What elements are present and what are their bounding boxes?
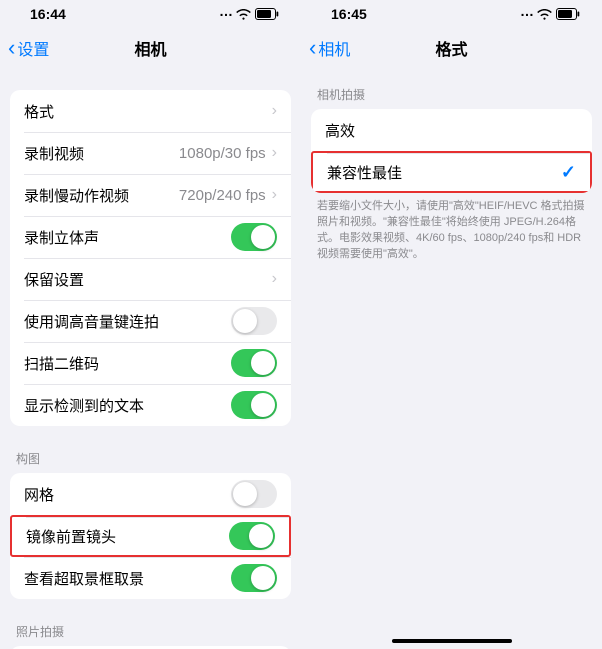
group-capture: 格式 › 录制视频 1080p/30 fps › 录制慢动作视频 720p/24…	[10, 90, 291, 426]
row-preserve-settings[interactable]: 保留设置 ›	[10, 258, 291, 300]
row-format[interactable]: 格式 ›	[10, 90, 291, 132]
back-button[interactable]: ‹ 设置	[0, 36, 49, 60]
chevron-left-icon: ‹	[309, 37, 316, 59]
back-label: 设置	[17, 36, 49, 60]
back-label: 相机	[318, 36, 350, 60]
chevron-left-icon: ‹	[8, 37, 15, 59]
volume-burst-switch[interactable]	[231, 307, 277, 335]
row-stereo: 录制立体声	[10, 216, 291, 258]
chevron-right-icon: ›	[272, 270, 277, 288]
section-photo: 照片拍摄	[0, 605, 301, 646]
group-format-options: 高效 兼容性最佳 ✓	[311, 109, 592, 193]
view-outside-switch[interactable]	[231, 564, 277, 592]
battery-icon	[255, 8, 279, 20]
back-button[interactable]: ‹ 相机	[301, 36, 350, 60]
wifi-icon	[537, 9, 552, 20]
status-icons	[219, 6, 279, 22]
row-grid: 网格	[10, 473, 291, 515]
row-most-compatible[interactable]: 兼容性最佳 ✓	[311, 151, 592, 193]
row-volume-burst: 使用调高音量键连拍	[10, 300, 291, 342]
row-scan-qr: 扫描二维码	[10, 342, 291, 384]
group-composition: 网格 镜像前置镜头 查看超取景框取景	[10, 473, 291, 599]
row-view-outside-frame: 查看超取景框取景	[10, 557, 291, 599]
status-bar: 16:45	[301, 0, 602, 28]
mirror-front-switch[interactable]	[229, 522, 275, 550]
nav-bar: ‹ 相机 格式	[301, 28, 602, 68]
format-settings-screen: 16:45 ‹ 相机 格式 相机拍摄 高效 兼容性最佳 ✓	[301, 0, 602, 649]
stereo-switch[interactable]	[231, 223, 277, 251]
section-composition: 构图	[0, 432, 301, 473]
row-record-video[interactable]: 录制视频 1080p/30 fps ›	[10, 132, 291, 174]
row-record-slomo[interactable]: 录制慢动作视频 720p/240 fps ›	[10, 174, 291, 216]
footer-format: 若要缩小文件大小，请使用"高效"HEIF/HEVC 格式拍摄照片和视频。"兼容性…	[301, 193, 602, 263]
battery-icon	[556, 8, 580, 20]
wifi-icon	[236, 9, 251, 20]
status-bar: 16:44	[0, 0, 301, 28]
cellular-icon	[219, 6, 232, 22]
chevron-right-icon: ›	[272, 102, 277, 120]
chevron-right-icon: ›	[272, 186, 277, 204]
status-time: 16:44	[30, 6, 66, 22]
section-camera-capture: 相机拍摄	[301, 68, 602, 109]
detect-text-switch[interactable]	[231, 391, 277, 419]
status-time: 16:45	[331, 6, 367, 22]
scan-qr-switch[interactable]	[231, 349, 277, 377]
check-icon: ✓	[561, 162, 576, 183]
row-detect-text: 显示检测到的文本	[10, 384, 291, 426]
camera-settings-screen: 16:44 ‹ 设置 相机 格式 › 录制视频 1080p/30	[0, 0, 301, 649]
format-list: 相机拍摄 高效 兼容性最佳 ✓ 若要缩小文件大小，请使用"高效"HEIF/HEV…	[301, 68, 602, 649]
home-indicator[interactable]	[392, 639, 512, 643]
row-high-efficiency[interactable]: 高效	[311, 109, 592, 151]
cellular-icon	[520, 6, 533, 22]
status-icons	[520, 6, 580, 22]
settings-list: 格式 › 录制视频 1080p/30 fps › 录制慢动作视频 720p/24…	[0, 68, 301, 649]
row-mirror-front: 镜像前置镜头	[10, 515, 291, 557]
nav-bar: ‹ 设置 相机	[0, 28, 301, 68]
grid-switch[interactable]	[231, 480, 277, 508]
chevron-right-icon: ›	[272, 144, 277, 162]
